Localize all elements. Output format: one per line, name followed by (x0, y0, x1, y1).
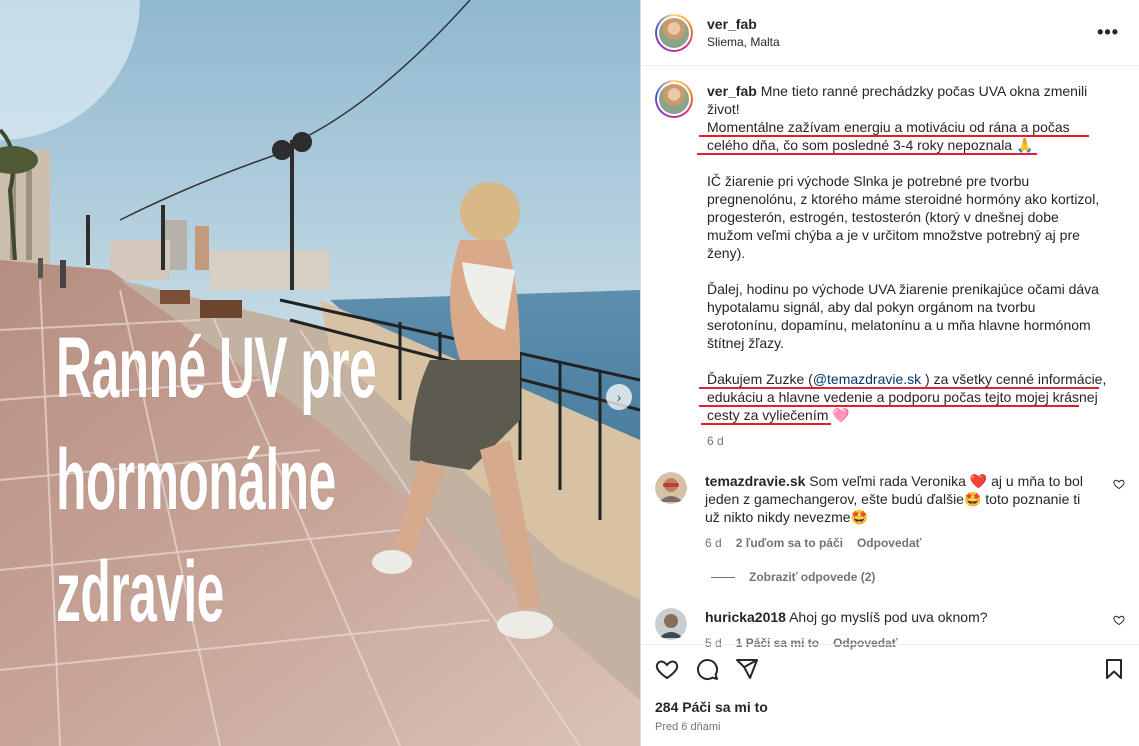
bookmark-icon[interactable] (1102, 657, 1126, 681)
comment-time: 6 d (705, 536, 722, 550)
comment-username[interactable]: huricka2018 (705, 609, 786, 625)
mention-link[interactable]: @temazdravie.sk (813, 371, 921, 387)
highlight-underline (699, 387, 1099, 389)
post-date: Pred 6 dňami (655, 721, 721, 733)
comment-item: temazdravie.sk Som veľmi rada Veronika ❤… (641, 472, 1139, 552)
view-replies[interactable]: Zobraziť odpovede (2) (711, 570, 1139, 584)
post-viewer: Ranné UV pre hormonálne zdravie › ver_fa… (0, 0, 1139, 746)
caption-time: 6 d (707, 434, 724, 448)
author-username[interactable]: ver_fab (707, 16, 780, 32)
caption-text-4: Ďalej, hodinu po východe UVA žiarenie pr… (707, 281, 1099, 351)
reply-button[interactable]: Odpovedať (857, 534, 921, 552)
caption-username[interactable]: ver_fab (707, 83, 757, 99)
chevron-right-icon: › (616, 389, 622, 405)
heart-icon[interactable] (1113, 478, 1125, 490)
commenter-avatar[interactable] (655, 472, 687, 504)
comment-icon[interactable] (695, 657, 719, 681)
highlight-underline (699, 135, 1089, 137)
post-location[interactable]: Sliema, Malta (707, 35, 780, 49)
highlight-underline (697, 153, 1037, 155)
like-count[interactable]: 284 Páči sa mi to (655, 699, 1126, 715)
post-side-panel: ver_fab Sliema, Malta ••• ver_fab Mne ti… (640, 0, 1139, 746)
caption-text-1: Mne tieto ranné prechádzky počas UVA okn… (707, 83, 1088, 117)
heart-icon[interactable] (1113, 614, 1125, 626)
heart-icon[interactable] (655, 657, 679, 681)
post-image: Ranné UV pre hormonálne zdravie › (0, 0, 640, 746)
share-icon[interactable] (735, 657, 759, 681)
commenter-avatar[interactable] (655, 608, 687, 640)
highlight-underline (701, 423, 831, 425)
highlight-underline (699, 405, 1079, 407)
overlay-line-1: Ranné UV pre (56, 320, 377, 416)
comment-likes[interactable]: 2 ľuďom sa to páči (736, 534, 843, 552)
comment-username[interactable]: temazdravie.sk (705, 473, 805, 489)
next-image-button[interactable]: › (606, 384, 632, 410)
post-caption: ver_fab Mne tieto ranné prechádzky počas… (641, 66, 1139, 450)
caption-avatar[interactable] (655, 80, 693, 118)
more-icon[interactable]: ••• (1097, 22, 1119, 43)
post-actions: 284 Páči sa mi to Pred 6 dňami (641, 644, 1139, 733)
caption-text-3: IČ žiarenie pri východe Slnka je potrebn… (707, 173, 1100, 261)
comment-text: Ahoj go myslíš pod uva oknom? (785, 609, 988, 625)
overlay-line-3: zdravie (56, 544, 224, 640)
view-replies-label[interactable]: Zobraziť odpovede (2) (749, 570, 875, 584)
author-avatar[interactable] (655, 13, 693, 52)
image-overlay-title: Ranné UV pre hormonálne zdravie (56, 312, 381, 648)
caption-text-5: Ďakujem Zuzke ( (707, 371, 813, 387)
post-header: ver_fab Sliema, Malta ••• (641, 0, 1139, 66)
overlay-line-2: hormonálne (56, 432, 336, 528)
